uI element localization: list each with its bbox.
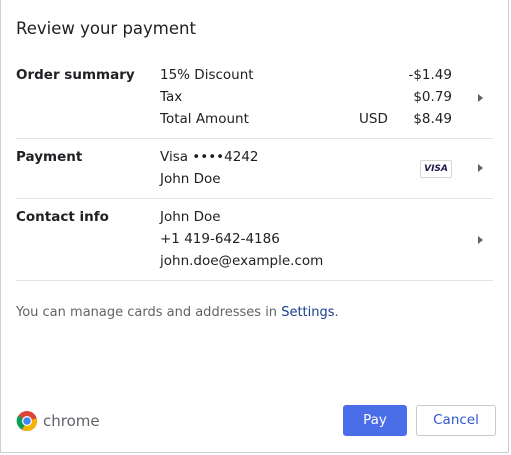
card-number: Visa ••••4242 (160, 149, 259, 165)
payment-label: Payment (16, 149, 83, 165)
chevron-right-icon[interactable] (478, 164, 483, 172)
tax-label: Tax (160, 89, 183, 105)
contact-info-label: Contact info (16, 209, 109, 225)
discount-label: 15% Discount (160, 67, 254, 83)
contact-phone: +1 419-642-4186 (160, 231, 280, 247)
total-label: Total Amount (160, 111, 249, 127)
contact-info-section[interactable]: Contact info John Doe +1 419-642-4186 jo… (16, 199, 493, 281)
manage-info-suffix: . (334, 305, 339, 320)
settings-link[interactable]: Settings (281, 305, 334, 320)
payment-section[interactable]: Payment Visa ••••4242 John Doe VISA (16, 139, 493, 199)
chrome-logo-icon (16, 411, 38, 432)
tax-amount: $0.79 (413, 89, 452, 105)
chevron-right-icon[interactable] (478, 236, 483, 244)
manage-info-text: You can manage cards and addresses in Se… (16, 305, 339, 320)
order-summary-section[interactable]: Order summary 15% Discount -$1.49 Tax $0… (16, 62, 493, 139)
order-summary-label: Order summary (16, 67, 135, 83)
discount-amount: -$1.49 (408, 67, 452, 83)
dialog-title: Review your payment (16, 19, 196, 38)
total-amount: $8.49 (413, 111, 452, 127)
chevron-right-icon[interactable] (478, 94, 483, 102)
cancel-button[interactable]: Cancel (416, 405, 496, 436)
contact-name: John Doe (160, 209, 221, 225)
payment-dialog: Review your payment Order summary 15% Di… (0, 0, 509, 453)
total-currency: USD (359, 111, 388, 127)
visa-icon: VISA (420, 160, 452, 178)
manage-info-prefix: You can manage cards and addresses in (16, 305, 282, 320)
chrome-branding: chrome (16, 410, 100, 432)
pay-button[interactable]: Pay (343, 405, 407, 436)
card-holder-name: John Doe (160, 171, 221, 187)
chrome-brand-text: chrome (43, 412, 100, 430)
contact-email: john.doe@example.com (160, 253, 324, 269)
